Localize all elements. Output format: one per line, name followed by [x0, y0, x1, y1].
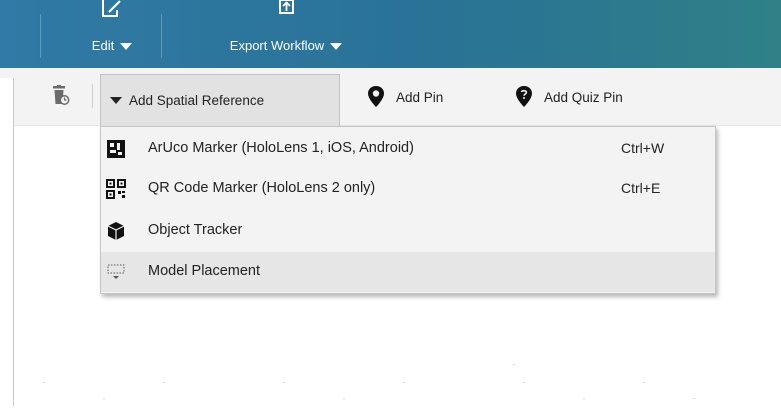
ribbon-bar: Edit Export Workflow	[0, 0, 781, 68]
ribbon-separator	[161, 14, 162, 58]
aruco-marker-icon	[106, 139, 126, 159]
app-window: Edit Export Workflow Add Pin Add Quiz Pi…	[0, 0, 781, 415]
canvas-grid	[0, 300, 781, 415]
grid-dot	[523, 382, 525, 383]
menu-item-qr-code-marker[interactable]: QR Code Marker (HoloLens 2 only) Ctrl+E	[101, 169, 715, 209]
menu-item-label: ArUco Marker (HoloLens 1, iOS, Android)	[148, 140, 414, 156]
export-icon	[273, 0, 299, 26]
edit-button-label: Edit	[91, 38, 133, 53]
menu-item-aruco-marker[interactable]: ArUco Marker (HoloLens 1, iOS, Android) …	[101, 129, 715, 169]
edit-button[interactable]: Edit	[76, 0, 148, 68]
spatial-reference-menu: ArUco Marker (HoloLens 1, iOS, Android) …	[100, 126, 716, 294]
grid-dot	[583, 398, 585, 399]
model-placement-icon	[106, 262, 126, 282]
menu-item-label: Model Placement	[148, 263, 261, 279]
add-quiz-pin-label: Add Quiz Pin	[544, 89, 623, 105]
menu-item-shortcut: Ctrl+W	[621, 140, 665, 156]
grid-dot	[513, 364, 515, 365]
edit-icon	[99, 0, 125, 26]
menu-item-shortcut: Ctrl+E	[621, 180, 661, 196]
quiz-pin-icon	[514, 85, 534, 109]
add-spatial-reference-label: Add Spatial Reference	[129, 93, 265, 108]
grid-dot	[283, 382, 285, 383]
grid-dot	[43, 382, 45, 383]
add-spatial-reference-button[interactable]: Add Spatial Reference	[100, 74, 340, 126]
chevron-down-icon	[110, 97, 122, 104]
grid-dot	[103, 398, 105, 399]
grid-dot	[693, 398, 695, 399]
add-quiz-pin-button[interactable]: Add Quiz Pin	[514, 68, 623, 126]
export-workflow-label: Export Workflow	[229, 38, 325, 53]
add-pin-button[interactable]: Add Pin	[366, 68, 443, 126]
export-workflow-button[interactable]: Export Workflow	[196, 0, 376, 68]
cube-icon	[106, 221, 126, 241]
map-pin-icon	[366, 85, 386, 109]
grid-dot	[163, 382, 165, 383]
grid-dot	[403, 382, 405, 383]
qr-code-icon	[106, 179, 126, 199]
toolbar-divider	[92, 84, 93, 108]
edit-label: Edit	[91, 38, 115, 53]
chevron-down-icon	[120, 42, 133, 50]
grid-dot	[343, 398, 345, 399]
ribbon-separator	[40, 14, 41, 58]
grid-dot	[643, 382, 645, 383]
menu-item-object-tracker[interactable]: Object Tracker	[101, 211, 715, 251]
delete-step-icon[interactable]	[52, 85, 70, 107]
add-pin-label: Add Pin	[396, 89, 444, 105]
export-workflow-label-wrap: Export Workflow	[229, 38, 343, 53]
menu-item-label: Object Tracker	[148, 222, 243, 238]
menu-item-model-placement[interactable]: Model Placement	[101, 252, 715, 292]
menu-item-label: QR Code Marker (HoloLens 2 only)	[148, 180, 376, 196]
chevron-down-icon	[330, 42, 343, 50]
